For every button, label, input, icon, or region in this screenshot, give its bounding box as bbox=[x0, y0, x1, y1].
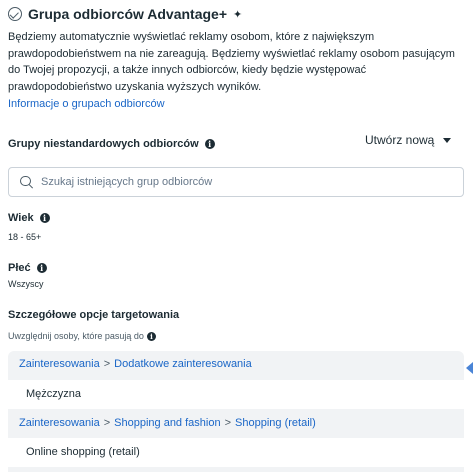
sparkle-icon: ✦ bbox=[233, 8, 243, 21]
gender-section: Płeć i bbox=[8, 262, 47, 274]
audience-info-link[interactable]: Informacje o grupach odbiorców bbox=[8, 98, 165, 110]
targeting-item[interactable]: Online shopping (retail) bbox=[8, 438, 464, 467]
info-icon[interactable]: i bbox=[39, 213, 50, 223]
crumb-separator: > bbox=[103, 358, 111, 370]
create-new-label: Utwórz nową bbox=[365, 133, 435, 147]
advantage-audience-description: Będziemy automatycznie wyświetlać reklam… bbox=[8, 31, 455, 93]
info-icon[interactable]: i bbox=[146, 331, 156, 341]
create-new-dropdown[interactable]: Utwórz nową bbox=[365, 133, 452, 147]
search-input[interactable] bbox=[41, 176, 441, 188]
crumb-item[interactable]: Zainteresowania bbox=[19, 417, 100, 429]
crumb-separator: > bbox=[103, 417, 111, 429]
detailed-targeting-title: Szczegółowe opcje targetowania bbox=[8, 309, 180, 321]
crumb-item[interactable]: Shopping and fashion bbox=[114, 417, 220, 429]
targeting-panel: Zainteresowania > Dodatkowe zainteresowani… bbox=[8, 351, 464, 472]
custom-audience-search[interactable] bbox=[8, 167, 464, 197]
age-section: Wiek i bbox=[8, 212, 50, 224]
crumb-item[interactable]: Shopping (retail) bbox=[235, 417, 316, 429]
search-icon bbox=[20, 175, 33, 189]
gender-label: Płeć bbox=[8, 262, 31, 274]
include-people-label: Uwzględnij osoby, które pasują do i bbox=[8, 331, 156, 341]
crumb-item[interactable]: Zainteresowania bbox=[19, 358, 100, 370]
info-icon[interactable]: i bbox=[36, 263, 47, 273]
include-people-text: Uwzględnij osoby, które pasują do bbox=[8, 331, 144, 341]
info-icon[interactable]: i bbox=[204, 139, 215, 149]
caret-down-icon bbox=[443, 137, 452, 143]
custom-audiences-title: Grupy niestandardowych odbiorców i bbox=[8, 138, 215, 150]
age-label: Wiek bbox=[8, 212, 34, 224]
crumb-item[interactable]: Dodatkowe zainteresowania bbox=[114, 358, 252, 370]
advantage-audience-title: Grupa odbiorców Advantage+ bbox=[28, 6, 228, 22]
custom-audiences-label: Grupy niestandardowych odbiorców bbox=[8, 138, 199, 150]
triangle-marker-icon bbox=[466, 362, 473, 374]
targeting-item[interactable]: Mężczyzna bbox=[8, 380, 464, 409]
gender-value: Wszyscy bbox=[8, 279, 44, 289]
crumb-separator: > bbox=[224, 417, 232, 429]
advantage-audience-header: Grupa odbiorców Advantage+ ✦ bbox=[8, 4, 242, 24]
check-circle-icon bbox=[8, 7, 22, 21]
targeting-breadcrumb[interactable]: Zainteresowania > Shopping and fashion > Sho… bbox=[19, 417, 316, 429]
targeting-breadcrumb[interactable]: Zainteresowania > Dodatkowe zainteresowani… bbox=[19, 358, 252, 370]
age-value: 18 - 65+ bbox=[8, 232, 42, 242]
